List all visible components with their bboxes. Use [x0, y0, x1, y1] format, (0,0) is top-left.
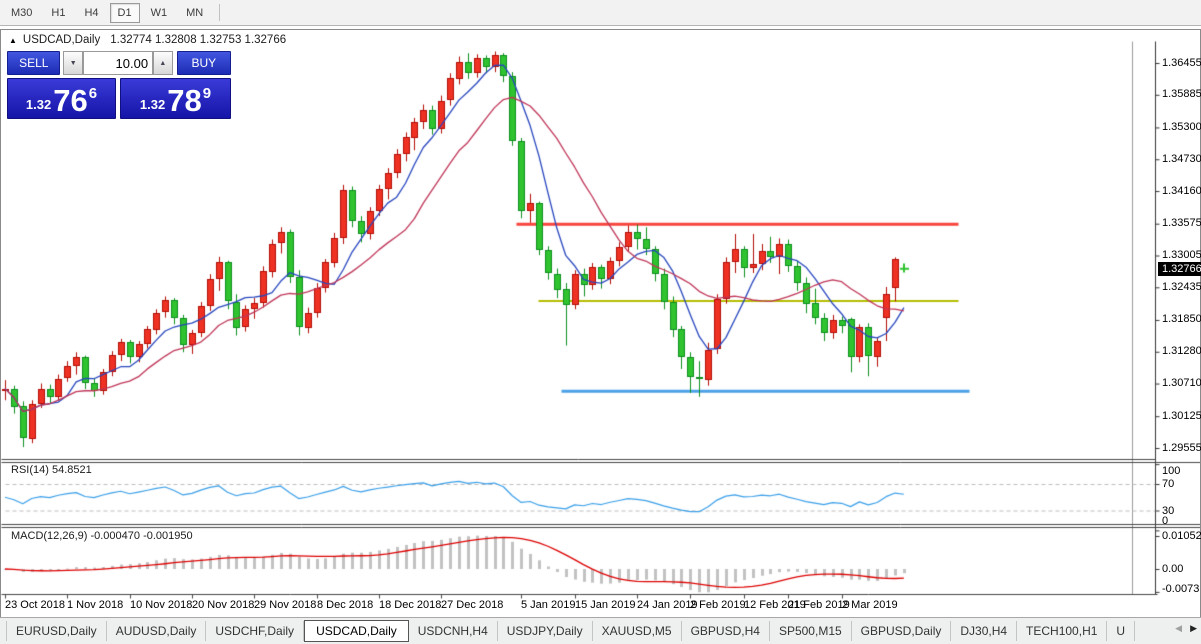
tab-scroll-left-icon[interactable]: ◀ — [1175, 623, 1182, 634]
tab-sp500-m15[interactable]: SP500,M15 — [770, 621, 852, 641]
price-axis-label: 1.32435 — [1162, 281, 1201, 293]
timeframe-toolbar: M30H1H4D1W1MN — [0, 0, 1201, 26]
date-axis-label: 8 Dec 2018 — [317, 599, 373, 611]
price-axis-label: 1.33005 — [1162, 249, 1201, 261]
rsi-axis-label: 70 — [1162, 478, 1174, 490]
timeframe-m30[interactable]: M30 — [3, 3, 40, 23]
volume-decrease-button[interactable]: ▼ — [63, 51, 82, 75]
date-axis-label: 29 Nov 2018 — [254, 599, 316, 611]
buy-price-button[interactable]: 1.32 78 9 — [120, 78, 231, 119]
timeframe-d1[interactable]: D1 — [110, 3, 140, 23]
tab-u[interactable]: U — [1107, 621, 1135, 641]
date-axis-label: 27 Dec 2018 — [441, 599, 503, 611]
tab-scroll-right-icon[interactable]: ▶ — [1190, 623, 1197, 634]
timeframe-w1[interactable]: W1 — [143, 3, 176, 23]
volume-increase-button[interactable]: ▲ — [153, 51, 172, 75]
buy-button[interactable]: BUY — [177, 51, 231, 75]
date-axis-label: 23 Oct 2018 — [5, 599, 65, 611]
sell-button[interactable]: SELL — [7, 51, 60, 75]
price-axis-label: 1.36455 — [1162, 57, 1201, 69]
price-axis-label: 1.34730 — [1162, 153, 1201, 165]
chart-window: ▲ USDCAD,Daily 1.32774 1.32808 1.32753 1.3… — [0, 29, 1201, 644]
chart-canvas[interactable] — [1, 30, 1200, 643]
rsi-indicator-label: RSI(14) 54.8521 — [11, 464, 92, 476]
price-axis-label: 1.30125 — [1162, 410, 1201, 422]
price-axis-label: 1.34160 — [1162, 185, 1201, 197]
date-axis-label: 18 Dec 2018 — [379, 599, 441, 611]
chevron-up-icon: ▲ — [159, 60, 166, 67]
timeframe-h1[interactable]: H1 — [43, 3, 73, 23]
price-axis-label: 1.31850 — [1162, 313, 1201, 325]
buy-price-pip: 9 — [203, 85, 211, 102]
tab-audusd-daily[interactable]: AUDUSD,Daily — [107, 621, 207, 641]
price-axis-label: 1.35300 — [1162, 121, 1201, 133]
date-axis-label: 2 Mar 2019 — [842, 599, 898, 611]
tab-usdcnh-h4[interactable]: USDCNH,H4 — [409, 621, 498, 641]
chart-ohlc-values: 1.32774 1.32808 1.32753 1.32766 — [110, 34, 286, 46]
tab-usdcad-daily[interactable]: USDCAD,Daily — [304, 620, 409, 642]
date-axis-label: 15 Jan 2019 — [575, 599, 636, 611]
price-axis-label: 1.30710 — [1162, 377, 1201, 389]
date-axis-label: 2 Feb 2019 — [690, 599, 746, 611]
tab-xauusd-m5[interactable]: XAUUSD,M5 — [593, 621, 682, 641]
tab-gbpusd-h4[interactable]: GBPUSD,H4 — [682, 621, 770, 641]
sell-price-prefix: 1.32 — [26, 97, 51, 112]
chart-title: ▲ USDCAD,Daily 1.32774 1.32808 1.32753 1.3… — [9, 34, 286, 46]
date-axis-label: 24 Jan 2019 — [637, 599, 698, 611]
macd-axis-label: 0.00 — [1162, 563, 1183, 575]
timeframe-h4[interactable]: H4 — [76, 3, 106, 23]
chart-symbol-label: USDCAD,Daily — [23, 34, 100, 46]
price-axis-label: 1.35885 — [1162, 88, 1201, 100]
tab-gbpusd-daily[interactable]: GBPUSD,Daily — [852, 621, 952, 641]
collapse-trade-panel-icon[interactable]: ▲ — [9, 36, 17, 45]
date-axis-label: 20 Nov 2018 — [192, 599, 254, 611]
timeframe-mn[interactable]: MN — [178, 3, 211, 23]
price-axis-label: 1.31280 — [1162, 345, 1201, 357]
buy-price-prefix: 1.32 — [140, 97, 165, 112]
macd-axis-label: -0.0073 — [1162, 583, 1199, 595]
chevron-down-icon: ▼ — [70, 60, 77, 67]
rsi-axis-label: 0 — [1162, 515, 1168, 527]
current-price-tag: 1.32766 — [1158, 262, 1201, 276]
volume-input[interactable]: 10.00 — [83, 51, 153, 75]
sell-price-pip: 6 — [89, 85, 97, 102]
macd-indicator-label: MACD(12,26,9) -0.000470 -0.001950 — [11, 530, 193, 542]
buy-price-big: 78 — [167, 86, 201, 116]
symbol-tab-bar: EURUSD,DailyAUDUSD,DailyUSDCHF,DailyUSDC… — [0, 617, 1201, 644]
tab-dj30-h4[interactable]: DJ30,H4 — [951, 621, 1017, 641]
sell-price-button[interactable]: 1.32 76 6 — [7, 78, 116, 119]
macd-axis-label: 0.010525 — [1162, 530, 1201, 542]
tab-usdjpy-daily[interactable]: USDJPY,Daily — [498, 621, 593, 641]
date-axis-label: 21 Feb 2019 — [788, 599, 850, 611]
tab-usdchf-daily[interactable]: USDCHF,Daily — [206, 621, 304, 641]
tab-tech100-h1[interactable]: TECH100,H1 — [1017, 621, 1107, 641]
one-click-trade-panel: SELL ▼ 10.00 ▲ BUY 1.32 76 6 1.32 78 9 — [7, 51, 231, 119]
date-axis-label: 5 Jan 2019 — [521, 599, 575, 611]
date-axis-label: 10 Nov 2018 — [130, 599, 192, 611]
price-axis-label: 1.33575 — [1162, 217, 1201, 229]
sell-price-big: 76 — [53, 86, 87, 116]
tab-eurusd-daily[interactable]: EURUSD,Daily — [6, 621, 107, 641]
price-axis-label: 1.29555 — [1162, 442, 1201, 454]
toolbar-separator — [219, 4, 220, 21]
date-axis-label: 1 Nov 2018 — [67, 599, 123, 611]
rsi-axis-label: 100 — [1162, 465, 1180, 477]
